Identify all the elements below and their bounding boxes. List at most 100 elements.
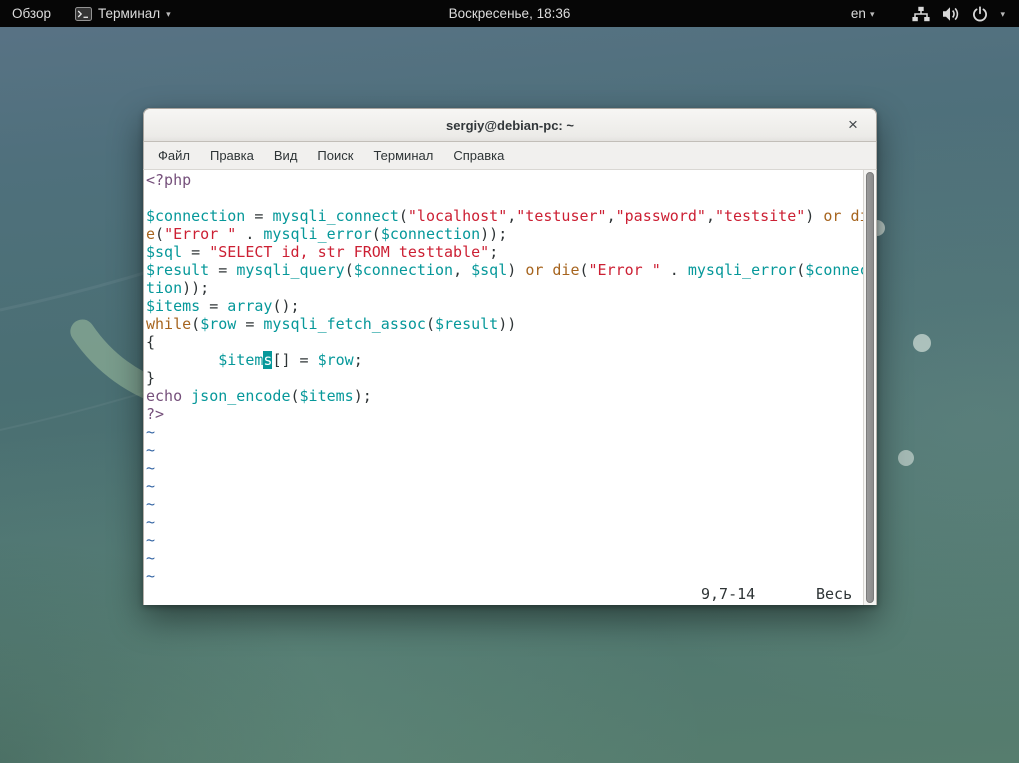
code-segment: . [236, 225, 263, 243]
code-segment: mysqli_query [236, 261, 344, 279]
code-line: ~ [146, 495, 869, 513]
code-segment: ( [372, 225, 381, 243]
code-line: { [146, 333, 869, 351]
code-segment: $connec [805, 261, 868, 279]
code-segment: $sql [471, 261, 507, 279]
code-segment: $items [146, 297, 200, 315]
vim-file-position: Весь [816, 585, 852, 603]
activities-button[interactable]: Обзор [0, 0, 63, 27]
code-segment: } [146, 369, 155, 387]
scrollbar-thumb[interactable] [866, 172, 874, 603]
code-segment: = [245, 207, 272, 225]
code-segment: ( [345, 261, 354, 279]
code-segment [182, 387, 191, 405]
code-line: <?php [146, 171, 869, 189]
code-segment: ~ [146, 531, 155, 549]
menu-bar: Файл Правка Вид Поиск Терминал Справка [143, 142, 877, 170]
code-segment: "testsite" [715, 207, 805, 225]
code-segment: while [146, 315, 191, 333]
code-segment: , [706, 207, 715, 225]
code-line: ~ [146, 549, 869, 567]
code-segment: $row [318, 351, 354, 369]
code-segment: )); [182, 279, 209, 297]
code-line: ?> [146, 405, 869, 423]
code-segment: ( [155, 225, 164, 243]
code-segment: { [146, 333, 155, 351]
code-segment [146, 351, 218, 369]
code-segment: )); [480, 225, 507, 243]
code-line: ~ [146, 513, 869, 531]
menu-help[interactable]: Справка [443, 144, 514, 167]
code-segment: <?php [146, 171, 191, 189]
code-segment: $items [300, 387, 354, 405]
menu-terminal[interactable]: Терминал [363, 144, 443, 167]
app-menu-button[interactable]: Терминал ▾ [63, 0, 183, 27]
code-segment: [] = [272, 351, 317, 369]
code-segment: "localhost" [408, 207, 507, 225]
menu-edit[interactable]: Правка [200, 144, 264, 167]
code-segment: = [182, 243, 209, 261]
close-icon[interactable]: × [840, 109, 866, 141]
power-icon [972, 6, 988, 22]
code-segment: mysqli_connect [272, 207, 398, 225]
wallpaper-dot [913, 334, 931, 352]
volume-icon [942, 6, 960, 22]
code-line: $items = array(); [146, 297, 869, 315]
code-segment: "Error " [164, 225, 236, 243]
chevron-down-icon: ▾ [1000, 9, 1005, 20]
code-line: ~ [146, 567, 869, 585]
code-segment: ( [291, 387, 300, 405]
code-segment: "testuser" [516, 207, 606, 225]
network-icon [912, 6, 930, 22]
code-segment: $connection [146, 207, 245, 225]
menu-view[interactable]: Вид [264, 144, 308, 167]
code-segment: ) [805, 207, 823, 225]
terminal-app-icon [75, 7, 92, 21]
code-line: e("Error " . mysqli_error($connection)); [146, 225, 869, 243]
code-segment: mysqli_error [263, 225, 371, 243]
code-segment: ~ [146, 513, 155, 531]
code-segment: json_encode [191, 387, 290, 405]
terminal-window: sergiy@debian-pc: ~ × Файл Правка Вид По… [143, 108, 877, 605]
window-titlebar[interactable]: sergiy@debian-pc: ~ × [143, 108, 877, 142]
menu-search[interactable]: Поиск [307, 144, 363, 167]
code-line: } [146, 369, 869, 387]
code-line [146, 189, 869, 207]
code-area: <?php$connection = mysqli_connect("local… [146, 171, 869, 585]
code-segment: ~ [146, 441, 155, 459]
code-line: $connection = mysqli_connect("localhost"… [146, 207, 869, 225]
code-segment: ?> [146, 405, 164, 423]
code-segment: , [507, 207, 516, 225]
code-segment: = [200, 297, 227, 315]
code-segment: $item [218, 351, 263, 369]
scrollbar-track[interactable] [863, 170, 876, 605]
vim-status-row: 9,7-14 Весь [146, 585, 877, 603]
code-segment: $result [435, 315, 498, 333]
code-segment: $result [146, 261, 209, 279]
top-bar: Обзор Терминал ▾ Воскресенье, 18:36 en ▾ [0, 0, 1019, 27]
window-title: sergiy@debian-pc: ~ [446, 118, 574, 133]
wallpaper-dot [898, 450, 914, 466]
code-segment: ~ [146, 423, 155, 441]
code-segment: ( [580, 261, 589, 279]
activities-label: Обзор [12, 6, 51, 21]
code-segment: or die [525, 261, 579, 279]
code-segment: mysqli_fetch_assoc [263, 315, 426, 333]
code-line: tion)); [146, 279, 869, 297]
code-segment: ( [426, 315, 435, 333]
terminal-viewport[interactable]: <?php$connection = mysqli_connect("local… [143, 170, 877, 605]
code-line: $result = mysqli_query($connection, $sql… [146, 261, 869, 279]
code-segment: ); [354, 387, 372, 405]
code-segment: $connection [381, 225, 480, 243]
code-segment: ~ [146, 495, 155, 513]
menu-file[interactable]: Файл [148, 144, 200, 167]
code-segment: (); [272, 297, 299, 315]
code-line: ~ [146, 459, 869, 477]
code-segment: $sql [146, 243, 182, 261]
app-menu-label: Терминал [98, 6, 160, 21]
code-segment: ~ [146, 567, 155, 585]
vim-ruler: 9,7-14 [701, 585, 755, 603]
keyboard-layout-button[interactable]: en ▾ [841, 0, 885, 27]
code-segment: ( [399, 207, 408, 225]
system-status-area[interactable]: ▾ [884, 0, 1019, 27]
